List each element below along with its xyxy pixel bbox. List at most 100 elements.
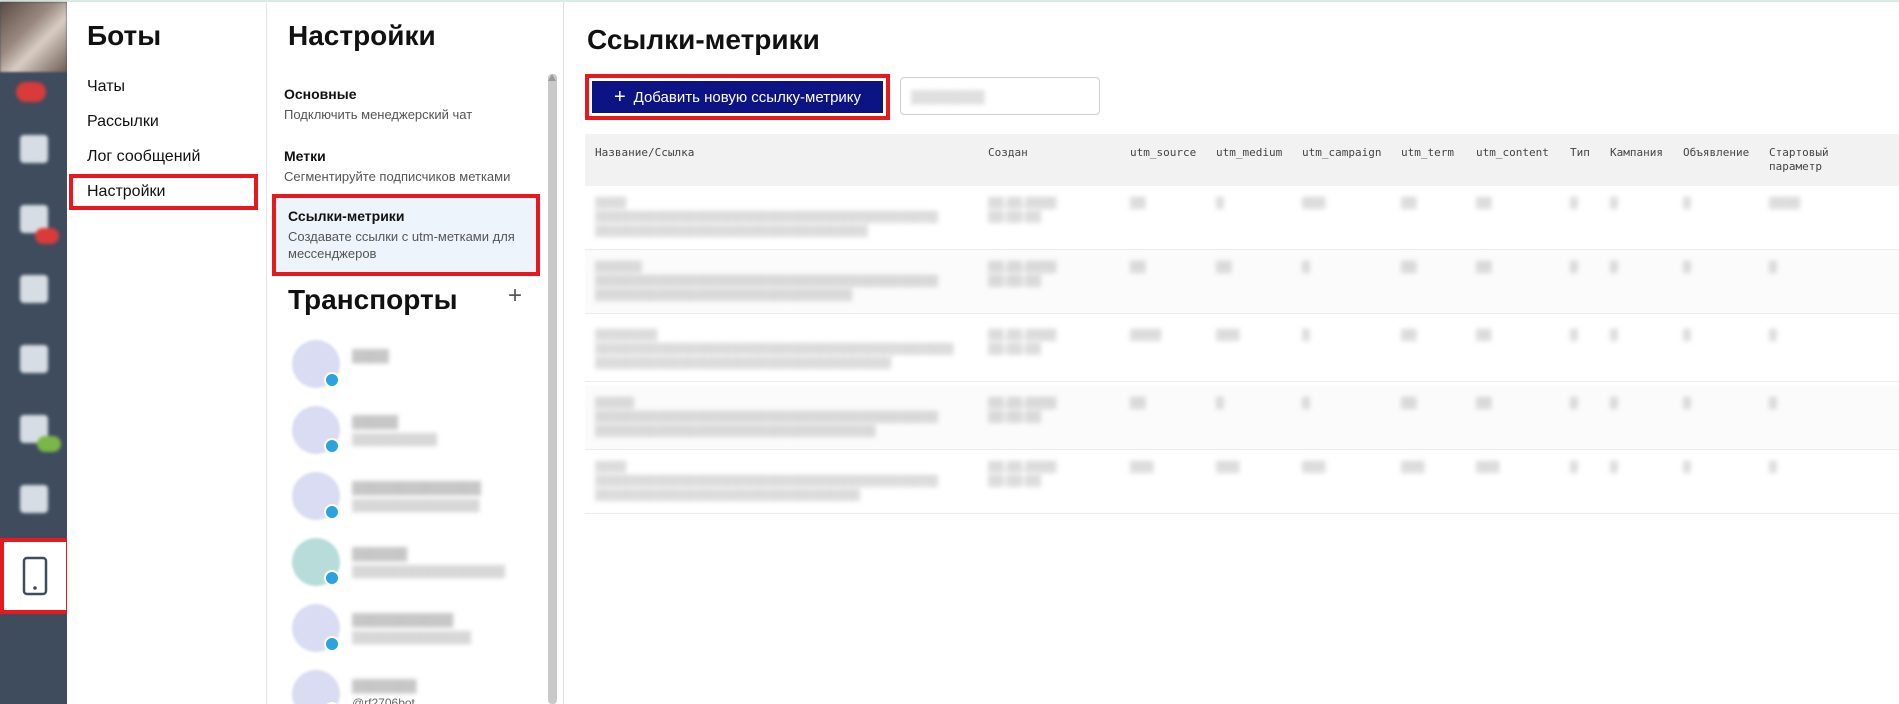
- cell-name: ▒▒▒▒: [595, 461, 627, 473]
- cell-type: ▒: [1570, 329, 1578, 341]
- add-transport-button[interactable]: +: [508, 282, 522, 310]
- bots-nav-mailings[interactable]: Рассылки: [87, 113, 159, 131]
- transport-username: ▒▒▒▒▒▒▒▒▒▒▒▒▒▒▒: [352, 498, 480, 512]
- column-header-utm-term[interactable]: utm_term: [1401, 146, 1454, 160]
- cell-utm-medium: ▒▒▒: [1216, 329, 1240, 341]
- main-content: Ссылки-метрики + Добавить новую ссылку-м…: [565, 2, 1899, 704]
- cell-link-cont: ▒▒▒▒▒▒▒▒▒▒▒▒▒▒▒▒▒▒▒▒▒▒▒▒▒▒▒▒▒▒▒▒▒▒▒▒▒▒: [595, 357, 892, 369]
- table-row[interactable]: ▒▒▒▒ ▒▒▒▒▒▒▒▒▒▒▒▒▒▒▒▒▒▒▒▒▒▒▒▒▒▒▒▒▒▒▒▒▒▒▒…: [585, 186, 1899, 250]
- section-desc: Сегментируйте подписчиков метками: [284, 169, 511, 184]
- notification-badge: [16, 82, 46, 102]
- cell-ad: ▒: [1683, 329, 1691, 341]
- transport-username: ▒▒▒▒▒▒▒▒▒▒▒▒▒▒: [352, 630, 472, 644]
- bots-nav-message-log[interactable]: Лог сообщений: [87, 148, 200, 166]
- cell-utm-medium: ▒▒: [1216, 261, 1232, 273]
- cell-link[interactable]: ▒▒▒▒▒▒▒▒▒▒▒▒▒▒▒▒▒▒▒▒▒▒▒▒▒▒▒▒▒▒▒▒▒▒▒▒▒▒▒▒…: [595, 410, 938, 424]
- table-row[interactable]: ▒▒▒▒▒ ▒▒▒▒▒▒▒▒▒▒▒▒▒▒▒▒▒▒▒▒▒▒▒▒▒▒▒▒▒▒▒▒▒▒…: [585, 386, 1899, 450]
- column-header-utm-content[interactable]: utm_content: [1476, 146, 1549, 160]
- transport-name: ▒▒▒▒▒▒▒: [352, 678, 417, 693]
- calendar-icon[interactable]: [15, 480, 53, 518]
- cell-campaign: ▒: [1610, 197, 1618, 209]
- settings-panel: Настройки Основные Подключить менеджерск…: [268, 2, 564, 704]
- cell-start-param: ▒: [1769, 397, 1777, 409]
- bots-nav-chats[interactable]: Чаты: [87, 78, 125, 96]
- settings-section-metric-links[interactable]: Ссылки-метрики Создавате ссылки с utm-ме…: [272, 194, 540, 276]
- transport-item[interactable]: ▒▒▒▒▒▒▒ @rf2706bot: [280, 668, 540, 704]
- page-title: Ссылки-метрики: [587, 24, 820, 55]
- chat-icon[interactable]: [15, 410, 61, 452]
- transport-item[interactable]: ▒▒▒▒▒ ▒▒▒▒▒▒▒▒▒▒: [280, 404, 540, 462]
- column-header-utm-campaign[interactable]: utm_campaign: [1302, 146, 1381, 160]
- phone-nav-button[interactable]: [0, 538, 70, 614]
- transport-item[interactable]: ▒▒▒▒▒▒▒▒▒▒▒▒▒▒ ▒▒▒▒▒▒▒▒▒▒▒▒▒▒▒: [280, 470, 540, 528]
- column-header-campaign[interactable]: Кампания: [1610, 146, 1663, 160]
- transport-item[interactable]: ▒▒▒▒▒▒▒▒▒▒▒ ▒▒▒▒▒▒▒▒▒▒▒▒▒▒: [280, 602, 540, 660]
- add-metric-link-button[interactable]: + Добавить новую ссылку-метрику: [592, 81, 883, 113]
- column-header-ad[interactable]: Объявление: [1683, 146, 1749, 160]
- bots-sidebar: Боты Чаты Рассылки Лог сообщений Настрой…: [67, 2, 267, 704]
- cell-created-date: ▒▒.▒▒.▒▒▒▒: [988, 197, 1057, 209]
- cell-utm-content: ▒▒▒: [1476, 461, 1500, 473]
- column-header-type[interactable]: Тип: [1570, 146, 1590, 160]
- cell-utm-source: ▒▒▒▒: [1130, 329, 1162, 341]
- cell-created-date: ▒▒.▒▒.▒▒▒▒: [988, 329, 1057, 341]
- contacts-icon[interactable]: [15, 200, 59, 244]
- plus-icon: +: [613, 86, 626, 108]
- transports-title: Транспорты: [288, 284, 458, 315]
- cell-link-cont: ▒▒▒▒▒▒▒▒▒▒▒▒▒▒▒▒▒▒▒▒▒▒▒▒▒▒▒▒▒▒▒▒▒▒▒▒: [595, 425, 876, 437]
- column-header-name-link[interactable]: Название/Ссылка: [595, 146, 694, 160]
- cell-utm-medium: ▒: [1216, 397, 1224, 409]
- cell-link[interactable]: ▒▒▒▒▒▒▒▒▒▒▒▒▒▒▒▒▒▒▒▒▒▒▒▒▒▒▒▒▒▒▒▒▒▒▒▒▒▒▒▒…: [595, 274, 938, 288]
- cell-link[interactable]: ▒▒▒▒▒▒▒▒▒▒▒▒▒▒▒▒▒▒▒▒▒▒▒▒▒▒▒▒▒▒▒▒▒▒▒▒▒▒▒▒…: [595, 474, 938, 488]
- transport-item[interactable]: ▒▒▒▒▒▒ ▒▒▒▒▒▒▒▒▒▒▒▒▒▒▒▒▒▒: [280, 536, 540, 594]
- transport-username: ▒▒▒▒▒▒▒▒▒▒▒▒▒▒▒▒▒▒: [352, 564, 506, 578]
- cell-campaign: ▒: [1610, 329, 1618, 341]
- phone-icon: [22, 556, 48, 596]
- column-header-utm-medium[interactable]: utm_medium: [1216, 146, 1282, 160]
- section-title: Основные: [284, 86, 357, 102]
- transport-name: ▒▒▒▒: [352, 348, 389, 363]
- dashboard-icon[interactable]: [15, 340, 53, 378]
- cell-link-cont: ▒▒▒▒▒▒▒▒▒▒▒▒▒▒▒▒▒▒▒▒▒▒▒▒▒▒▒▒▒▒▒▒▒▒: [595, 489, 860, 501]
- column-header-created[interactable]: Создан: [988, 146, 1028, 160]
- cell-utm-source: ▒▒▒: [1130, 461, 1154, 473]
- cell-utm-term: ▒▒: [1401, 397, 1417, 409]
- cell-link-cont: ▒▒▒▒▒▒▒▒▒▒▒▒▒▒▒▒▒▒▒▒▒▒▒▒▒▒▒▒▒▒▒▒▒: [595, 289, 853, 301]
- cell-utm-source: ▒▒: [1130, 261, 1146, 273]
- cell-created-date: ▒▒.▒▒.▒▒▒▒: [988, 461, 1057, 473]
- cell-link[interactable]: ▒▒▒▒▒▒▒▒▒▒▒▒▒▒▒▒▒▒▒▒▒▒▒▒▒▒▒▒▒▒▒▒▒▒▒▒▒▒▒▒…: [595, 210, 938, 224]
- cell-utm-content: ▒▒: [1476, 397, 1492, 409]
- cell-link[interactable]: ▒▒▒▒▒▒▒▒▒▒▒▒▒▒▒▒▒▒▒▒▒▒▒▒▒▒▒▒▒▒▒▒▒▒▒▒▒▒▒▒…: [595, 342, 954, 356]
- cell-campaign: ▒: [1610, 397, 1618, 409]
- settings-title: Настройки: [288, 20, 436, 51]
- cell-utm-content: ▒▒: [1476, 261, 1492, 273]
- column-header-utm-source[interactable]: utm_source: [1130, 146, 1196, 160]
- cell-ad: ▒: [1683, 261, 1691, 273]
- settings-section-tags[interactable]: Метки Сегментируйте подписчиков метками: [284, 148, 540, 185]
- cell-created-date: ▒▒.▒▒.▒▒▒▒: [988, 261, 1057, 273]
- scroll-up-arrow-icon[interactable]: [548, 74, 556, 81]
- cell-utm-source: ▒▒: [1130, 397, 1146, 409]
- table-row[interactable]: ▒▒▒▒▒▒▒▒ ▒▒▒▒▒▒▒▒▒▒▒▒▒▒▒▒▒▒▒▒▒▒▒▒▒▒▒▒▒▒▒…: [585, 318, 1899, 382]
- search-input[interactable]: ▒▒▒▒▒▒▒▒: [900, 77, 1100, 115]
- bot-icon[interactable]: [15, 270, 53, 308]
- clipboard-icon[interactable]: [15, 130, 53, 168]
- settings-scrollbar[interactable]: [548, 74, 557, 704]
- avatar[interactable]: [0, 2, 67, 72]
- cell-start-param: ▒▒▒▒: [1769, 197, 1801, 209]
- bots-nav-settings[interactable]: Настройки: [87, 183, 165, 201]
- cell-type: ▒: [1570, 261, 1578, 273]
- cell-created-time: ▒▒:▒▒:▒▒: [988, 475, 1041, 487]
- transport-item[interactable]: ▒▒▒▒: [280, 338, 540, 396]
- column-header-start-param[interactable]: Стартовый параметр: [1769, 146, 1839, 174]
- section-title: Ссылки-метрики: [288, 208, 405, 224]
- settings-section-main[interactable]: Основные Подключить менеджерский чат: [284, 86, 540, 123]
- cell-start-param: ▒: [1769, 329, 1777, 341]
- cell-created-time: ▒▒:▒▒:▒▒: [988, 411, 1041, 423]
- cell-utm-source: ▒▒: [1130, 197, 1146, 209]
- telegram-icon: [324, 504, 340, 520]
- cell-ad: ▒: [1683, 461, 1691, 473]
- cell-name: ▒▒▒▒▒: [595, 397, 634, 409]
- table-row[interactable]: ▒▒▒▒ ▒▒▒▒▒▒▒▒▒▒▒▒▒▒▒▒▒▒▒▒▒▒▒▒▒▒▒▒▒▒▒▒▒▒▒…: [585, 450, 1899, 514]
- table-row[interactable]: ▒▒▒▒▒▒ ▒▒▒▒▒▒▒▒▒▒▒▒▒▒▒▒▒▒▒▒▒▒▒▒▒▒▒▒▒▒▒▒▒…: [585, 250, 1899, 314]
